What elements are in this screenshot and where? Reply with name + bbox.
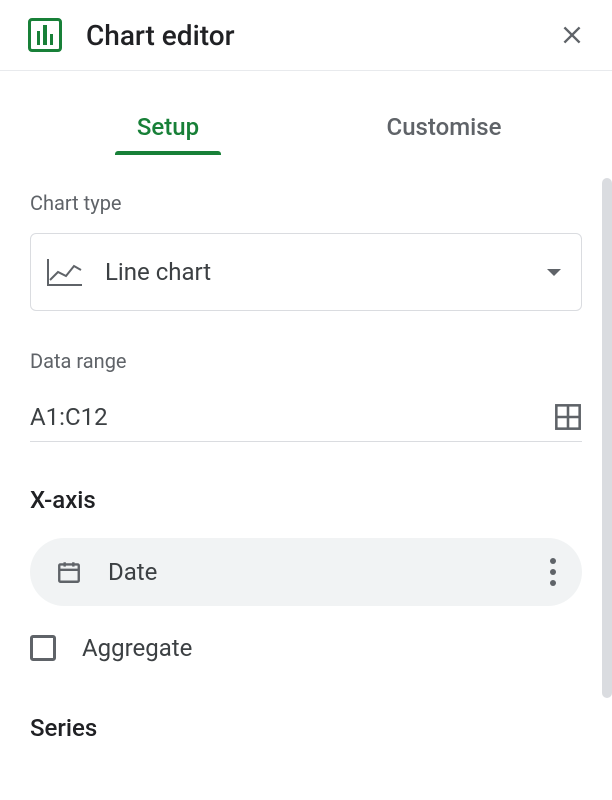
- line-chart-icon: [47, 258, 83, 286]
- tab-bar: Setup Customise: [0, 103, 612, 155]
- data-range-field[interactable]: A1:C12: [30, 391, 582, 442]
- aggregate-checkbox[interactable]: [30, 635, 56, 661]
- select-range-icon[interactable]: [554, 403, 582, 431]
- close-icon: [559, 22, 585, 48]
- xaxis-column-name: Date: [108, 558, 550, 586]
- more-vertical-icon: [550, 558, 556, 564]
- tab-setup[interactable]: Setup: [30, 103, 306, 155]
- chart-editor-icon: [28, 18, 62, 52]
- aggregate-label: Aggregate: [82, 634, 192, 662]
- scrollbar[interactable]: [602, 178, 612, 698]
- xaxis-more-button[interactable]: [550, 558, 556, 586]
- data-range-value: A1:C12: [30, 403, 554, 431]
- chart-type-label: Chart type: [30, 191, 582, 215]
- tab-customise[interactable]: Customise: [306, 103, 582, 155]
- panel-header: Chart editor: [0, 0, 612, 71]
- panel-content: Chart type Line chart Data range A1:C12 …: [0, 155, 612, 742]
- chevron-down-icon: [547, 269, 561, 276]
- chart-type-select[interactable]: Line chart: [30, 233, 582, 311]
- calendar-icon: [56, 559, 82, 585]
- chart-type-value: Line chart: [105, 258, 547, 286]
- aggregate-row: Aggregate: [30, 634, 582, 662]
- data-range-label: Data range: [30, 349, 582, 373]
- close-button[interactable]: [556, 19, 588, 51]
- panel-title: Chart editor: [86, 19, 556, 52]
- xaxis-heading: X-axis: [30, 486, 582, 514]
- xaxis-column-chip[interactable]: Date: [30, 538, 582, 606]
- series-heading: Series: [30, 714, 582, 742]
